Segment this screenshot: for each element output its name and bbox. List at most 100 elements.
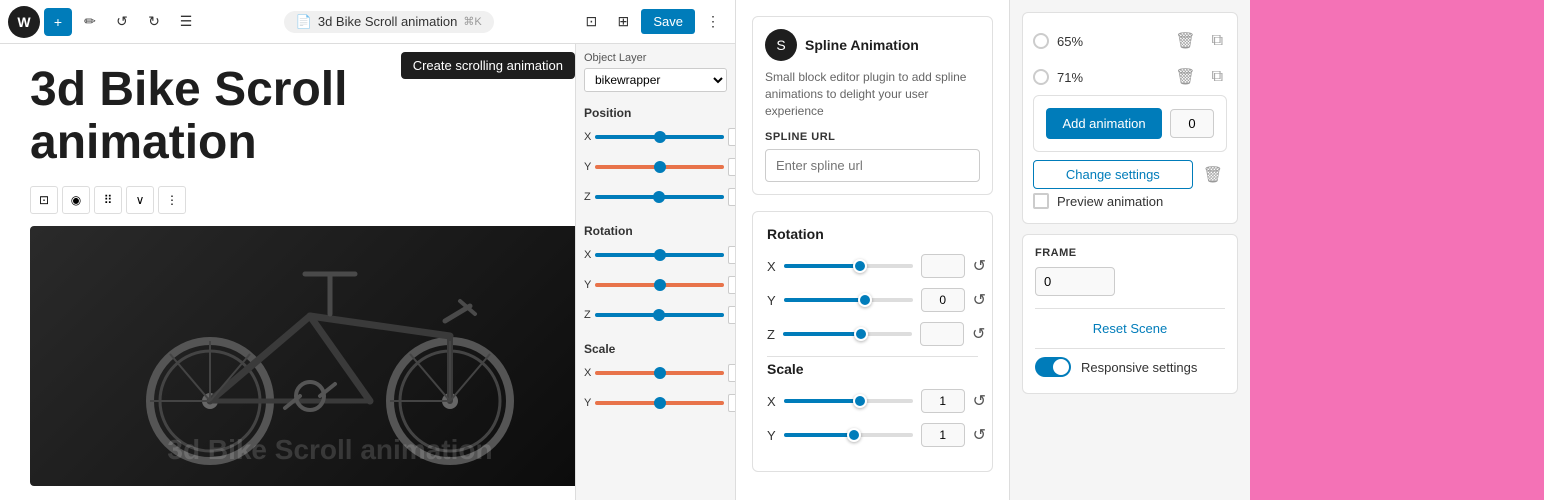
rot-z-slider[interactable]: [595, 313, 724, 317]
editor-panel: W + ✏ ↺ ↻ ☰ 📄 3d Bike Scroll animation ⌘…: [0, 0, 735, 500]
rotation-title: Rotation: [767, 226, 978, 242]
rot-x-input[interactable]: [728, 246, 735, 264]
preview-animation-checkbox[interactable]: [1033, 193, 1049, 209]
scale-x-label: X: [584, 367, 591, 379]
save-button[interactable]: Save: [641, 9, 695, 34]
undo-button[interactable]: ↺: [108, 8, 136, 36]
scale-title: Scale: [767, 361, 978, 377]
animation-item-65: 65% 🗑 ⧉: [1033, 23, 1227, 59]
rot-x-slider[interactable]: [595, 253, 724, 257]
pos-y-label: Y: [584, 161, 591, 173]
rotation-x-input[interactable]: [921, 254, 965, 278]
editor-toolbar: W + ✏ ↺ ↻ ☰ 📄 3d Bike Scroll animation ⌘…: [0, 0, 735, 44]
rotation-y-slider[interactable]: [784, 298, 913, 302]
plugin-name: Spline Animation: [805, 37, 919, 53]
block-move-btn[interactable]: ⠿: [94, 186, 122, 214]
rotation-z-input[interactable]: [920, 322, 964, 346]
object-layer-section: Object Layer bikewrapper: [584, 52, 727, 92]
animation-71-copy[interactable]: ⧉: [1208, 66, 1227, 88]
rotation-x-reset[interactable]: ↺: [973, 256, 986, 276]
block-arrow-btn[interactable]: ∨: [126, 186, 154, 214]
animation-65-percent: 65%: [1057, 34, 1163, 49]
add-block-button[interactable]: +: [44, 8, 72, 36]
more-options-button[interactable]: ⋮: [699, 8, 727, 36]
breadcrumb: 📄 3d Bike Scroll animation ⌘K: [204, 11, 573, 33]
rotation-card: Rotation X ↺ Y ↺ Z ↺ Scale X ↺: [752, 211, 993, 472]
block-icon-btn[interactable]: ◉: [62, 186, 90, 214]
pos-z-slider[interactable]: [595, 195, 724, 199]
brush-button[interactable]: ✏: [76, 8, 104, 36]
scale-y-main-reset[interactable]: ↺: [973, 425, 986, 445]
list-view-button[interactable]: ☰: [172, 8, 200, 36]
scale-x-axis-label: X: [767, 394, 776, 409]
animation-frame-input[interactable]: [1170, 109, 1214, 138]
rot-y-slider[interactable]: [595, 283, 724, 287]
animation-65-delete[interactable]: 🗑: [1171, 29, 1199, 53]
pos-y-input[interactable]: [728, 158, 735, 176]
redo-button[interactable]: ↻: [140, 8, 168, 36]
page-title: 3d Bike Scroll animation: [30, 64, 545, 170]
preview-animation-label: Preview animation: [1057, 194, 1163, 209]
preview-animation-area: Preview animation: [1033, 189, 1227, 213]
rotation-z-reset[interactable]: ↺: [972, 324, 985, 344]
position-z-row: Z ↺: [584, 188, 727, 206]
wp-logo-icon[interactable]: W: [8, 6, 40, 38]
block-more-btn[interactable]: ⋮: [158, 186, 186, 214]
animation-65-copy[interactable]: ⧉: [1208, 30, 1227, 52]
animation-65-radio[interactable]: [1033, 33, 1049, 49]
add-animation-button[interactable]: Add animation: [1046, 108, 1162, 139]
middle-panel: S Spline Animation Small block editor pl…: [735, 0, 1010, 500]
pos-z-label: Z: [584, 191, 591, 203]
scale-y-input[interactable]: [728, 394, 735, 412]
breadcrumb-pill[interactable]: 📄 3d Bike Scroll animation ⌘K: [284, 11, 494, 33]
animation-71-delete[interactable]: 🗑: [1171, 65, 1199, 89]
reset-scene-button[interactable]: Reset Scene: [1035, 313, 1225, 344]
scale-x-main-input[interactable]: [921, 389, 965, 413]
block-settings-btn[interactable]: ⊡: [30, 186, 58, 214]
scale-x-input[interactable]: [728, 364, 735, 382]
rot-z-axis-label: Z: [767, 327, 775, 342]
scale-y-slider[interactable]: [595, 401, 724, 405]
rotation-y-reset[interactable]: ↺: [973, 290, 986, 310]
pos-x-input[interactable]: [728, 128, 735, 146]
breadcrumb-title: 3d Bike Scroll animation: [318, 14, 457, 29]
pos-x-label: X: [584, 131, 591, 143]
scale-y-main-slider[interactable]: [784, 433, 913, 437]
scale-x-slider[interactable]: [595, 371, 724, 375]
rotation-x-slider[interactable]: [784, 264, 913, 268]
preview-button[interactable]: ⊡: [577, 8, 605, 36]
bike-image: 3d Bike Scroll animation: [30, 226, 575, 486]
object-layer-select[interactable]: bikewrapper: [584, 68, 727, 92]
plugin-info-card: S Spline Animation Small block editor pl…: [752, 16, 993, 195]
scale-y-main-input[interactable]: [921, 423, 965, 447]
rotation-z-row: Z ↺: [767, 322, 978, 346]
rot-y-label: Y: [584, 279, 591, 291]
spline-url-input[interactable]: [765, 149, 980, 182]
block-toolbar: ⊡ ◉ ⠿ ∨ ⋮: [30, 186, 545, 214]
rot-y-input[interactable]: [728, 276, 735, 294]
pos-x-slider[interactable]: [595, 135, 724, 139]
change-settings-button[interactable]: Change settings: [1033, 160, 1193, 189]
pos-y-slider[interactable]: [595, 165, 724, 169]
rotation-z-slider[interactable]: [783, 332, 912, 336]
animation-71-percent: 71%: [1057, 70, 1163, 85]
scale-sidebar-title: Scale: [584, 342, 727, 356]
create-scrolling-animation-button[interactable]: Create scrolling animation: [401, 52, 575, 79]
rotation-y-input[interactable]: [921, 288, 965, 312]
external-link-button[interactable]: ⊞: [609, 8, 637, 36]
rot-z-input[interactable]: [728, 306, 735, 324]
scale-y-label: Y: [584, 397, 591, 409]
scale-x-main-reset[interactable]: ↺: [973, 391, 986, 411]
animation-71-radio[interactable]: [1033, 69, 1049, 85]
rot-x-axis-label: X: [767, 259, 776, 274]
frame-divider: [1035, 308, 1225, 309]
frame-value-input[interactable]: [1035, 267, 1115, 296]
responsive-toggle[interactable]: [1035, 357, 1071, 377]
frame-section-title: FRAME: [1035, 247, 1225, 259]
rotation-x-row: X ↺: [767, 254, 978, 278]
pos-z-input[interactable]: [728, 188, 735, 206]
position-section-title: Position: [584, 106, 727, 120]
scale-x-main-slider[interactable]: [784, 399, 913, 403]
change-settings-delete[interactable]: 🗑: [1199, 163, 1227, 187]
scale-x-main-row: X ↺: [767, 389, 978, 413]
